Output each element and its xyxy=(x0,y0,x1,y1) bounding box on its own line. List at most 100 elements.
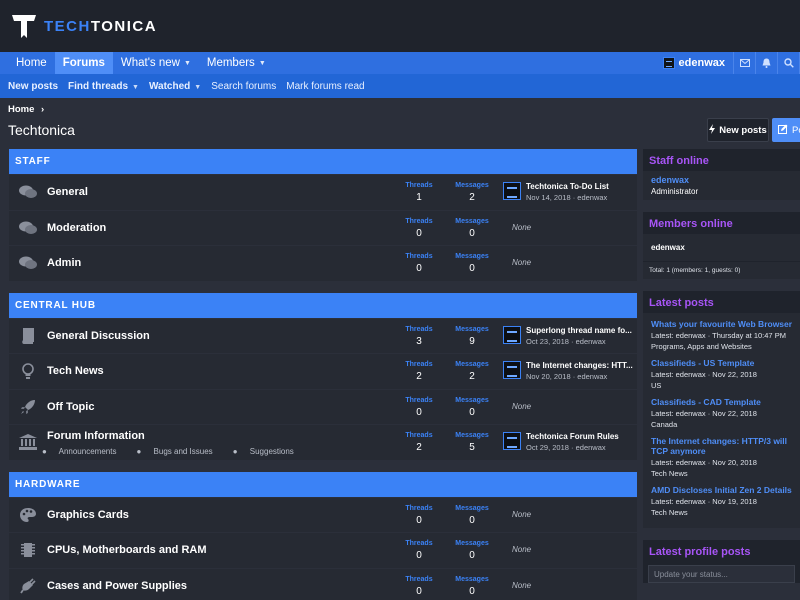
search-icon[interactable] xyxy=(778,52,800,74)
bell-icon[interactable] xyxy=(756,52,778,74)
latest-profile-posts-title[interactable]: Latest profile posts xyxy=(643,540,800,562)
nav-forums[interactable]: Forums xyxy=(54,52,113,74)
breadcrumb-home[interactable]: Home xyxy=(8,104,34,115)
chevron-down-icon[interactable]: ▼ xyxy=(132,84,139,91)
forum-row[interactable]: General Discussion Threads 3 Messages 9 Su… xyxy=(9,317,637,353)
subforum-link[interactable]: ● Suggestions xyxy=(233,447,304,456)
category-header[interactable]: STAFF xyxy=(9,149,637,174)
forum-row[interactable]: General Threads 1 Messages 2 Techtonica To… xyxy=(9,174,637,210)
site-header: TECH TONICA xyxy=(0,0,800,52)
chevron-down-icon[interactable]: ▼ xyxy=(259,60,266,67)
messages-stat: Messages 0 xyxy=(452,576,492,597)
logo-text-tech: TECH xyxy=(44,17,91,35)
latest-post-title[interactable]: Classifieds - US Template xyxy=(651,358,792,368)
last-post-title[interactable]: Superlong thread name fo... xyxy=(526,326,634,335)
forum-row[interactable]: Tech News Threads 2 Messages 2 The Interne… xyxy=(9,353,637,389)
threads-label: Threads xyxy=(405,575,433,583)
latest-posts-title[interactable]: Latest posts xyxy=(643,291,800,313)
status-update-input[interactable]: Update your status... xyxy=(648,565,795,583)
latest-post-title-line2[interactable]: TCP anymore xyxy=(651,446,792,456)
comments-icon xyxy=(15,256,41,270)
latest-post-title[interactable]: AMD Discloses Initial Zen 2 Details xyxy=(651,485,792,495)
forum-title[interactable]: Cases and Power Supplies xyxy=(47,580,187,592)
forum-title[interactable]: Forum Information xyxy=(47,430,145,442)
forum-row[interactable]: Off Topic Threads 0 Messages 0 None xyxy=(9,388,637,424)
forum-title[interactable]: General Discussion xyxy=(47,330,150,342)
threads-stat: Threads 0 xyxy=(399,253,439,274)
subforum-link[interactable]: ● Bugs and Issues xyxy=(136,447,222,456)
avatar[interactable] xyxy=(503,361,521,379)
latest-post-title[interactable]: Classifieds - CAD Template xyxy=(651,397,792,407)
last-post-title[interactable]: Techtonica Forum Rules xyxy=(526,432,634,441)
avatar[interactable] xyxy=(503,182,521,200)
forum-title[interactable]: Tech News xyxy=(47,365,104,377)
forum-title[interactable]: CPUs, Motherboards and RAM xyxy=(47,544,207,556)
forum-row[interactable]: Moderation Threads 0 Messages 0 None xyxy=(9,209,637,245)
comments-icon: ● xyxy=(232,446,238,456)
envelope-icon[interactable] xyxy=(734,52,756,74)
nav-members[interactable]: Members ▼ xyxy=(199,52,274,74)
last-post-title[interactable]: Techtonica To-Do List xyxy=(526,182,634,191)
site-logo-text[interactable]: TECH TONICA xyxy=(44,18,157,35)
subforum-link[interactable]: ● Announcements xyxy=(42,447,126,456)
latest-posts-block: Latest posts Whats your favourite Web Br… xyxy=(643,291,800,528)
threads-count: 0 xyxy=(416,585,422,597)
forum-row[interactable]: Admin Threads 0 Messages 0 None xyxy=(9,245,637,281)
category-header[interactable]: CENTRAL HUB xyxy=(9,292,637,318)
chevron-down-icon[interactable]: ▼ xyxy=(184,60,191,67)
subnav-watched[interactable]: Watched ▼ xyxy=(149,81,201,92)
subnav-find-threads[interactable]: Find threads ▼ xyxy=(68,81,139,92)
latest-post-forum[interactable]: Tech News xyxy=(651,508,792,517)
forum-title[interactable]: Moderation xyxy=(47,222,106,234)
nav-home[interactable]: Home xyxy=(8,52,55,74)
staff-online-block: Staff online edenwax Administrator xyxy=(643,149,800,200)
category-central-hub: CENTRAL HUB General Discussion Threads 3 … xyxy=(9,292,637,460)
members-online-block: Members online edenwax Total: 1 (members… xyxy=(643,212,800,279)
post-thread-button[interactable]: Po xyxy=(772,118,800,142)
forum-row[interactable]: CPUs, Motherboards and RAM Threads 0 Mess… xyxy=(9,532,637,568)
chip-icon xyxy=(15,541,41,559)
chevron-down-icon[interactable]: ▼ xyxy=(194,84,201,91)
latest-post-title[interactable]: Whats your favourite Web Browser xyxy=(651,319,792,329)
chevron-right-icon: › xyxy=(41,104,45,115)
messages-count: 0 xyxy=(469,406,475,418)
forum-title[interactable]: Off Topic xyxy=(47,401,94,413)
comments-icon: ● xyxy=(42,446,47,456)
latest-post-title[interactable]: The Internet changes: HTTP/3 will xyxy=(651,436,792,446)
last-post-none: None xyxy=(512,580,532,590)
account-menu[interactable]: edenwax xyxy=(655,52,734,74)
latest-post-forum[interactable]: Tech News xyxy=(651,469,792,478)
messages-count: 2 xyxy=(469,371,475,382)
member-online-name[interactable]: edenwax xyxy=(651,238,792,257)
last-post-title[interactable]: The Internet changes: HTT... xyxy=(526,361,634,370)
category-header[interactable]: HARDWARE xyxy=(9,471,637,497)
forum-title[interactable]: Admin xyxy=(47,257,81,269)
forum-row[interactable]: Cases and Power Supplies Threads 0 Messag… xyxy=(9,567,637,600)
threads-label: Threads xyxy=(405,325,433,333)
subnav-search-forums[interactable]: Search forums xyxy=(211,81,276,92)
staff-online-body: edenwax Administrator xyxy=(643,171,800,200)
forum-row[interactable]: Graphics Cards Threads 0 Messages 0 None xyxy=(9,496,637,532)
subnav-mark-forums-read[interactable]: Mark forums read xyxy=(286,81,364,92)
subforum-announcements: Announcements xyxy=(58,446,117,456)
forum-row[interactable]: Forum Information ● Announcements ● Bugs… xyxy=(9,424,637,460)
forum-title[interactable]: General xyxy=(47,186,88,198)
staff-member-name[interactable]: edenwax xyxy=(651,175,792,185)
sub-nav: New posts Find threads ▼ Watched ▼ Search … xyxy=(0,74,800,98)
members-online-title[interactable]: Members online xyxy=(643,212,800,234)
latest-post-forum[interactable]: Canada xyxy=(651,420,792,429)
techtonica-logo-icon[interactable] xyxy=(10,12,38,40)
latest-post-forum[interactable]: US xyxy=(651,381,792,390)
latest-post-forum[interactable]: Programs, Apps and Websites xyxy=(651,342,792,351)
avatar[interactable] xyxy=(503,325,521,344)
messages-stat: Messages 2 xyxy=(452,182,492,203)
nav-whats-new[interactable]: What's new ▼ xyxy=(113,52,199,74)
subnav-new-posts[interactable]: New posts xyxy=(8,81,58,92)
staff-online-title[interactable]: Staff online xyxy=(643,149,800,171)
palette-icon xyxy=(15,507,41,523)
new-posts-button[interactable]: New posts xyxy=(707,118,769,142)
latest-posts-body: Whats your favourite Web Browser Latest:… xyxy=(643,313,800,528)
threads-count: 0 xyxy=(416,263,422,274)
avatar[interactable] xyxy=(503,432,521,450)
forum-title[interactable]: Graphics Cards xyxy=(47,509,129,521)
